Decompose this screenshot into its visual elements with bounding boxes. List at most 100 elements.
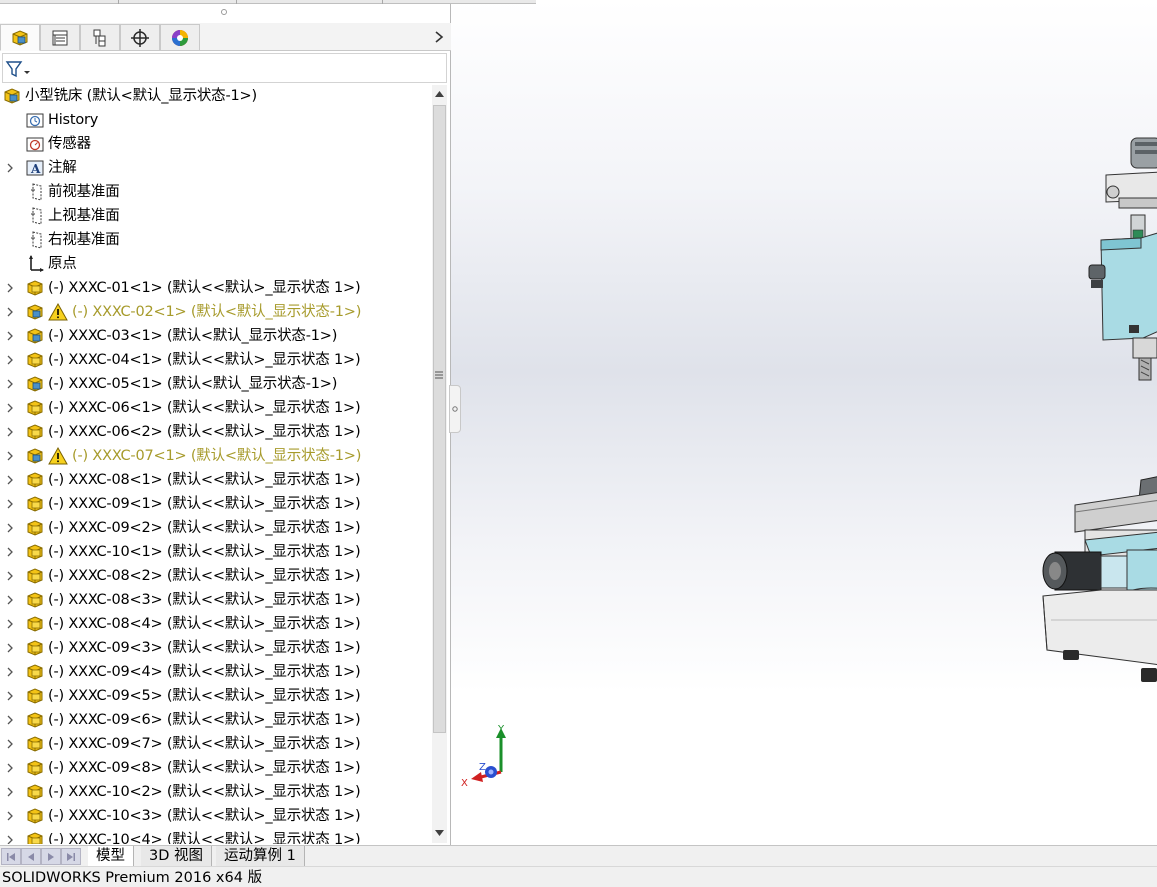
warning-icon	[48, 302, 68, 321]
expand-arrow-icon[interactable]	[6, 595, 14, 605]
tree-item[interactable]: (-) XXXC-05<1> (默认<默认_显示状态-1>)	[0, 372, 430, 396]
expand-arrow-icon[interactable]	[6, 523, 14, 533]
expand-arrow-icon[interactable]	[6, 691, 14, 701]
tree-item[interactable]: (-) XXXC-02<1> (默认<默认_显示状态-1>)	[0, 300, 430, 324]
expand-arrow-icon[interactable]	[6, 475, 14, 485]
tree-item[interactable]: (-) XXXC-08<1> (默认<<默认>_显示状态 1>)	[0, 468, 430, 492]
tree-item[interactable]: (-) XXXC-04<1> (默认<<默认>_显示状态 1>)	[0, 348, 430, 372]
panel-splitter-grip[interactable]	[221, 9, 227, 15]
expand-arrow-icon[interactable]	[6, 643, 14, 653]
coordinate-triad: Y Z X	[461, 724, 506, 789]
tree-item[interactable]: (-) XXXC-03<1> (默认<默认_显示状态-1>)	[0, 324, 430, 348]
expand-arrow-icon[interactable]	[6, 427, 14, 437]
tab-model[interactable]: 模型	[88, 846, 134, 867]
assembly-icon	[27, 304, 43, 320]
propertymanager-tab[interactable]	[40, 24, 80, 51]
expand-arrow-icon[interactable]	[6, 451, 14, 461]
next-tab-icon[interactable]	[41, 848, 61, 865]
tree-item-label: (-) XXXC-09<6> (默认<<默认>_显示状态 1>)	[48, 712, 361, 728]
tree-item-label: (-) XXXC-10<3> (默认<<默认>_显示状态 1>)	[48, 808, 361, 824]
expand-arrow-icon[interactable]	[6, 835, 14, 844]
prev-tab-icon[interactable]	[21, 848, 41, 865]
panel-resize-grip-icon[interactable]	[433, 367, 445, 383]
expand-arrow-icon[interactable]	[6, 715, 14, 725]
tree-item[interactable]: (-) XXXC-09<1> (默认<<默认>_显示状态 1>)	[0, 492, 430, 516]
tree-item[interactable]: (-) XXXC-08<2> (默认<<默认>_显示状态 1>)	[0, 564, 430, 588]
displaymanager-tab[interactable]	[160, 24, 200, 51]
part-icon	[27, 832, 43, 844]
expand-arrow-icon[interactable]	[6, 763, 14, 773]
part-icon	[27, 472, 43, 488]
expand-arrow-icon[interactable]	[6, 667, 14, 677]
configurationmanager-tab[interactable]	[80, 24, 120, 51]
expand-arrow-icon[interactable]	[6, 355, 14, 365]
expand-arrow-icon[interactable]	[6, 163, 14, 173]
part-icon	[27, 808, 43, 824]
expand-arrow-icon[interactable]	[6, 811, 14, 821]
tree-item[interactable]: History	[0, 108, 430, 132]
last-tab-icon[interactable]	[61, 848, 81, 865]
scrollbar-thumb[interactable]	[433, 105, 446, 733]
expand-arrow-icon[interactable]	[6, 739, 14, 749]
part-icon	[27, 592, 43, 608]
scroll-down-icon[interactable]	[434, 827, 445, 838]
tree-item[interactable]: (-) XXXC-06<2> (默认<<默认>_显示状态 1>)	[0, 420, 430, 444]
tree-item[interactable]: 原点	[0, 252, 430, 276]
expand-arrow-icon[interactable]	[6, 403, 14, 413]
tree-item-label: (-) XXXC-03<1> (默认<默认_显示状态-1>)	[48, 328, 338, 344]
tab-motion-study[interactable]: 运动算例 1	[216, 846, 305, 867]
expand-arrow-icon[interactable]	[6, 547, 14, 557]
tree-item[interactable]: 上视基准面	[0, 204, 430, 228]
tree-item[interactable]: 前视基准面	[0, 180, 430, 204]
first-tab-icon[interactable]	[1, 848, 21, 865]
expand-arrow-icon[interactable]	[6, 499, 14, 509]
panel-collapse-handle[interactable]	[449, 385, 461, 433]
tree-vertical-scrollbar[interactable]	[432, 85, 447, 843]
tree-item[interactable]: 右视基准面	[0, 228, 430, 252]
featuremanager-tab[interactable]	[0, 24, 40, 51]
tree-item[interactable]: A 注解	[0, 156, 430, 180]
milling-machine-model[interactable]	[991, 120, 1157, 700]
tree-item[interactable]: (-) XXXC-06<1> (默认<<默认>_显示状态 1>)	[0, 396, 430, 420]
scroll-up-icon[interactable]	[434, 88, 445, 99]
expand-arrow-icon[interactable]	[6, 571, 14, 581]
tree-item[interactable]: (-) XXXC-10<4> (默认<<默认>_显示状态 1>)	[0, 828, 430, 844]
tree-item[interactable]: (-) XXXC-09<6> (默认<<默认>_显示状态 1>)	[0, 708, 430, 732]
tab-3d-view[interactable]: 3D 视图	[141, 846, 212, 867]
more-tabs-chevron-icon[interactable]	[430, 28, 448, 46]
tree-item[interactable]: 传感器	[0, 132, 430, 156]
tree-item[interactable]: (-) XXXC-01<1> (默认<<默认>_显示状态 1>)	[0, 276, 430, 300]
filter-icon[interactable]	[5, 59, 33, 79]
tree-item-label: (-) XXXC-08<4> (默认<<默认>_显示状态 1>)	[48, 616, 361, 632]
dimxpertmanager-tab[interactable]	[120, 24, 160, 51]
tree-item[interactable]: (-) XXXC-09<4> (默认<<默认>_显示状态 1>)	[0, 660, 430, 684]
top-toolbar-edge	[0, 0, 536, 4]
tree-item[interactable]: (-) XXXC-09<8> (默认<<默认>_显示状态 1>)	[0, 756, 430, 780]
expand-arrow-icon[interactable]	[6, 619, 14, 629]
part-icon	[27, 352, 43, 368]
tree-filter-bar[interactable]	[2, 53, 447, 83]
tree-item-label: (-) XXXC-08<1> (默认<<默认>_显示状态 1>)	[48, 472, 361, 488]
expand-arrow-icon[interactable]	[6, 331, 14, 341]
tree-item[interactable]: (-) XXXC-08<4> (默认<<默认>_显示状态 1>)	[0, 612, 430, 636]
tree-item[interactable]: (-) XXXC-08<3> (默认<<默认>_显示状态 1>)	[0, 588, 430, 612]
tree-root-assembly[interactable]: 小型铣床 (默认<默认_显示状态-1>)	[0, 84, 430, 108]
tree-item[interactable]: (-) XXXC-07<1> (默认<默认_显示状态-1>)	[0, 444, 430, 468]
tree-item[interactable]: (-) XXXC-09<2> (默认<<默认>_显示状态 1>)	[0, 516, 430, 540]
expand-arrow-icon[interactable]	[6, 379, 14, 389]
part-icon	[27, 424, 43, 440]
feature-tree: 小型铣床 (默认<默认_显示状态-1>) History 传感器 A 注解 前视基准面上…	[0, 84, 430, 844]
part-icon	[27, 712, 43, 728]
expand-arrow-icon[interactable]	[6, 283, 14, 293]
tree-item[interactable]: (-) XXXC-10<1> (默认<<默认>_显示状态 1>)	[0, 540, 430, 564]
assembly-icon	[27, 376, 43, 392]
tree-item[interactable]: (-) XXXC-09<5> (默认<<默认>_显示状态 1>)	[0, 684, 430, 708]
tree-item[interactable]: (-) XXXC-10<3> (默认<<默认>_显示状态 1>)	[0, 804, 430, 828]
tree-item[interactable]: (-) XXXC-09<3> (默认<<默认>_显示状态 1>)	[0, 636, 430, 660]
tree-item[interactable]: (-) XXXC-10<2> (默认<<默认>_显示状态 1>)	[0, 780, 430, 804]
graphics-viewport[interactable]: Y Z X	[451, 0, 1157, 845]
tree-item[interactable]: (-) XXXC-09<7> (默认<<默认>_显示状态 1>)	[0, 732, 430, 756]
warning-icon	[48, 446, 68, 465]
expand-arrow-icon[interactable]	[6, 787, 14, 797]
expand-arrow-icon[interactable]	[6, 307, 14, 317]
